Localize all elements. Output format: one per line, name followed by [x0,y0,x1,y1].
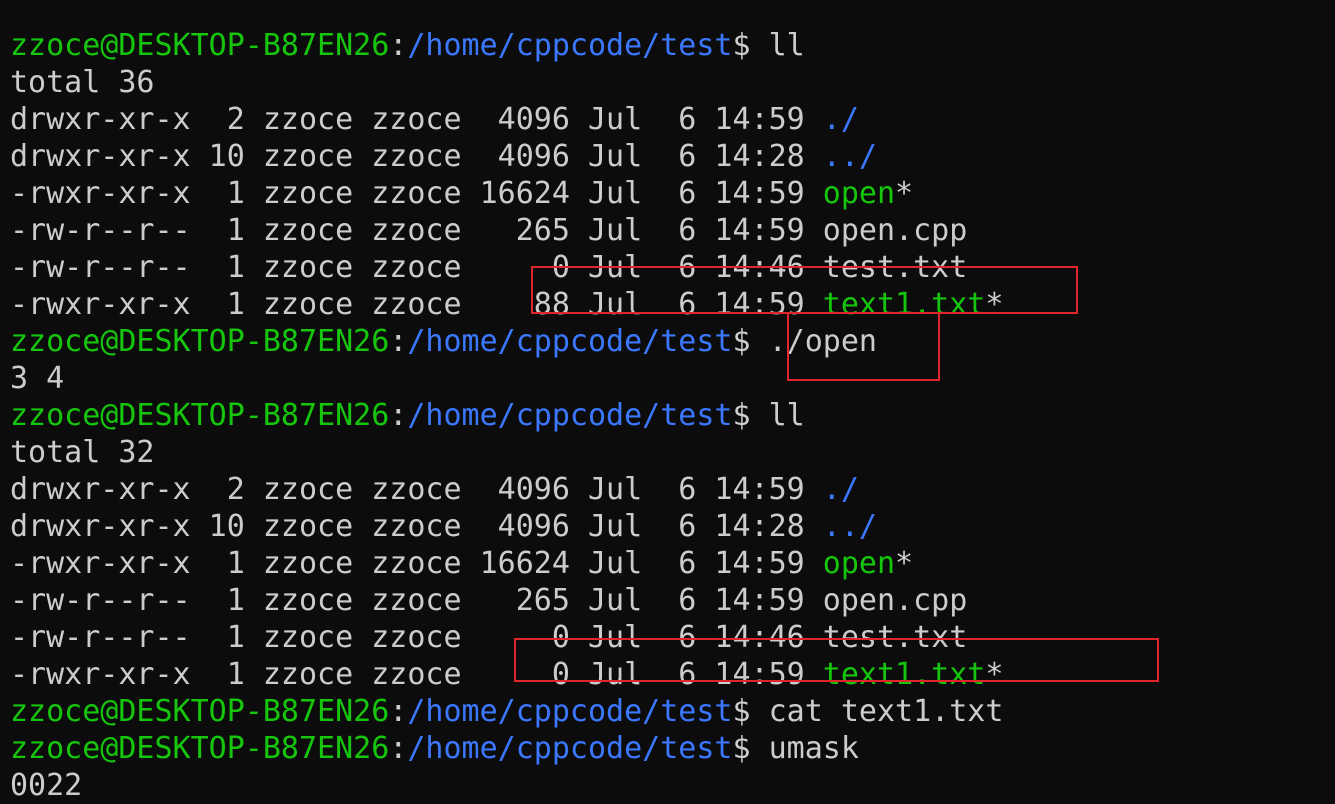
file-type-suffix: * [985,287,1004,322]
file-listing-row: -rw-r--r-- 1 zzoce zzoce 0 Jul 6 14:46 t… [10,249,1330,286]
file-meta: -rw-r--r-- 1 zzoce zzoce 265 Jul 6 14:59 [10,583,823,618]
output-line: 3 4 [10,360,1330,397]
file-meta: -rwxr-xr-x 1 zzoce zzoce 16624 Jul 6 14:… [10,176,823,211]
output-line: total 32 [10,434,1330,471]
file-name: ../ [822,139,877,174]
prompt-user-host: zzoce@DESKTOP-B87EN26 [10,398,390,433]
file-meta: -rwxr-xr-x 1 zzoce zzoce 88 Jul 6 14:59 [10,287,823,322]
prompt-symbol: $ [732,731,769,766]
file-name: open [822,176,896,211]
prompt-separator: : [389,694,408,729]
prompt-line: zzoce@DESKTOP-B87EN26:/home/cppcode/test… [10,693,1330,730]
file-type-suffix: * [895,176,914,211]
prompt-user-host: zzoce@DESKTOP-B87EN26 [10,731,390,766]
file-name: ./ [822,472,859,507]
file-listing-row: -rwxr-xr-x 1 zzoce zzoce 16624 Jul 6 14:… [10,545,1330,582]
file-name: test.txt [822,250,968,285]
prompt-separator: : [389,324,408,359]
prompt-path: /home/cppcode/test [407,694,733,729]
prompt-symbol: $ [732,28,769,63]
file-type-suffix: * [895,546,914,581]
output-text: 3 4 [10,361,65,396]
file-type-suffix: * [985,657,1004,692]
file-listing-row: drwxr-xr-x 10 zzoce zzoce 4096 Jul 6 14:… [10,138,1330,175]
file-name: text1.txt [822,287,986,322]
file-listing-row: -rw-r--r-- 1 zzoce zzoce 265 Jul 6 14:59… [10,212,1330,249]
file-listing-row: -rwxr-xr-x 1 zzoce zzoce 88 Jul 6 14:59 … [10,286,1330,323]
prompt-line: zzoce@DESKTOP-B87EN26:/home/cppcode/test… [10,730,1330,767]
prompt-separator: : [389,28,408,63]
command-text: cat text1.txt [768,694,1004,729]
prompt-path: /home/cppcode/test [407,324,733,359]
file-listing-row: -rw-r--r-- 1 zzoce zzoce 0 Jul 6 14:46 t… [10,619,1330,656]
command-text: ./open [768,324,877,359]
prompt-line: zzoce@DESKTOP-B87EN26:/home/cppcode/test… [10,323,1330,360]
file-meta: -rw-r--r-- 1 zzoce zzoce 0 Jul 6 14:46 [10,250,823,285]
file-listing-row: drwxr-xr-x 2 zzoce zzoce 4096 Jul 6 14:5… [10,101,1330,138]
prompt-line: zzoce@DESKTOP-B87EN26:/home/cppcode/test… [10,397,1330,434]
command-text: umask [768,731,859,766]
command-text: ll [768,398,805,433]
output-text: total 32 [10,435,155,470]
output-text: 0022 [10,768,83,803]
prompt-symbol: $ [732,398,769,433]
terminal-line-partial [10,0,1330,27]
prompt-user-host: zzoce@DESKTOP-B87EN26 [10,28,390,63]
prompt-separator: : [389,731,408,766]
file-meta: drwxr-xr-x 10 zzoce zzoce 4096 Jul 6 14:… [10,139,823,174]
output-text: total 36 [10,65,155,100]
output-line: 0022 [10,767,1330,804]
file-meta: -rwxr-xr-x 1 zzoce zzoce 16624 Jul 6 14:… [10,546,823,581]
prompt-path: /home/cppcode/test [407,731,733,766]
prompt-symbol: $ [732,694,769,729]
prompt-user-host: zzoce@DESKTOP-B87EN26 [10,694,390,729]
file-meta: -rw-r--r-- 1 zzoce zzoce 265 Jul 6 14:59 [10,213,823,248]
prompt-user-host: zzoce@DESKTOP-B87EN26 [10,324,390,359]
file-listing-row: -rwxr-xr-x 1 zzoce zzoce 16624 Jul 6 14:… [10,175,1330,212]
file-name: ../ [822,509,877,544]
prompt-line: zzoce@DESKTOP-B87EN26:/home/cppcode/test… [10,27,1330,64]
file-listing-row: -rwxr-xr-x 1 zzoce zzoce 0 Jul 6 14:59 t… [10,656,1330,693]
prompt-symbol: $ [732,324,769,359]
file-name: ./ [822,102,859,137]
prompt-separator: : [389,398,408,433]
file-name: open [822,546,896,581]
terminal-output[interactable]: zzoce@DESKTOP-B87EN26:/home/cppcode/test… [10,0,1330,804]
file-name: test.txt [822,620,968,655]
prompt-path: /home/cppcode/test [407,28,733,63]
file-name: text1.txt [822,657,986,692]
file-meta: drwxr-xr-x 2 zzoce zzoce 4096 Jul 6 14:5… [10,472,823,507]
file-meta: drwxr-xr-x 10 zzoce zzoce 4096 Jul 6 14:… [10,509,823,544]
file-name: open.cpp [822,213,968,248]
file-meta: -rw-r--r-- 1 zzoce zzoce 0 Jul 6 14:46 [10,620,823,655]
output-line: total 36 [10,64,1330,101]
file-listing-row: drwxr-xr-x 2 zzoce zzoce 4096 Jul 6 14:5… [10,471,1330,508]
file-meta: drwxr-xr-x 2 zzoce zzoce 4096 Jul 6 14:5… [10,102,823,137]
file-name: open.cpp [822,583,968,618]
command-text: ll [768,28,805,63]
file-meta: -rwxr-xr-x 1 zzoce zzoce 0 Jul 6 14:59 [10,657,823,692]
file-listing-row: drwxr-xr-x 10 zzoce zzoce 4096 Jul 6 14:… [10,508,1330,545]
file-listing-row: -rw-r--r-- 1 zzoce zzoce 265 Jul 6 14:59… [10,582,1330,619]
prompt-path: /home/cppcode/test [407,398,733,433]
